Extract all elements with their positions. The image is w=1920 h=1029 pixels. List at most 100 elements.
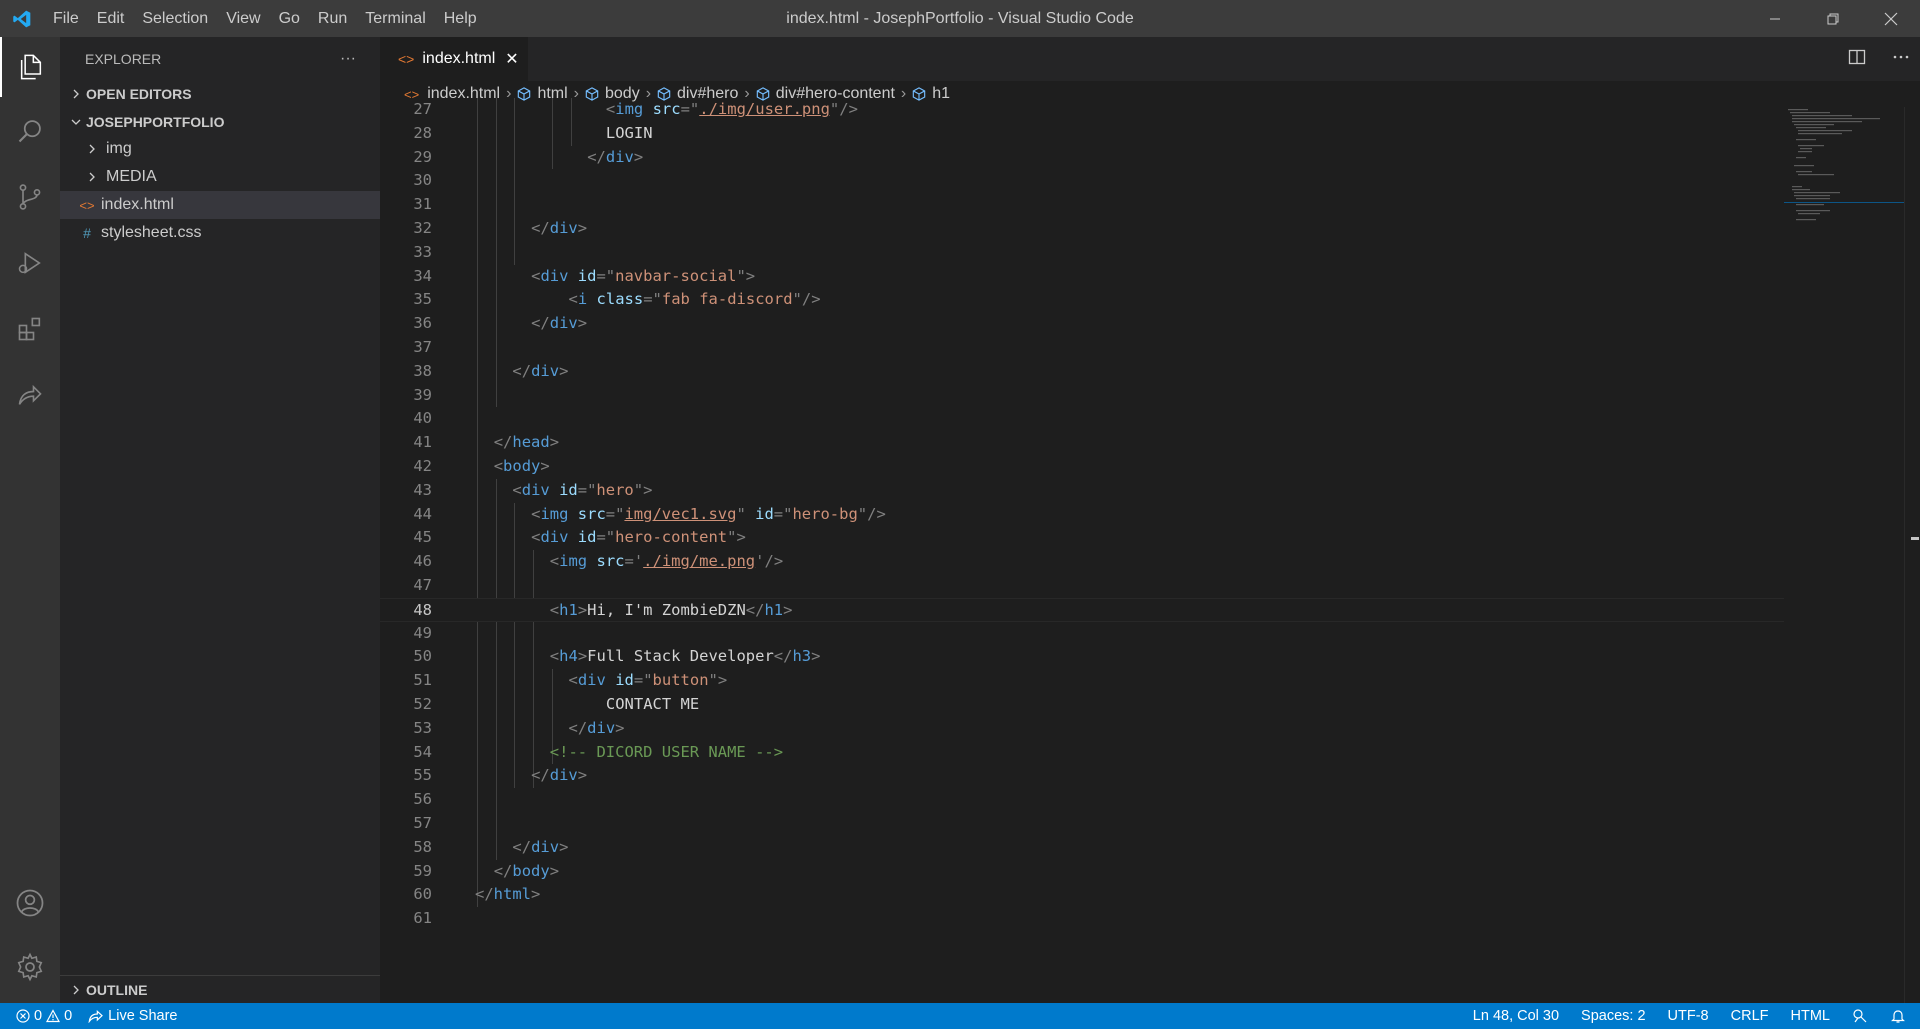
explorer-activity[interactable] [0, 37, 60, 97]
tree-folder-media[interactable]: MEDIA [60, 163, 380, 191]
css-file-icon: # [83, 225, 91, 241]
code-line[interactable]: 27 <img src="./img/user.png"/> [380, 98, 1784, 122]
menu-bar: File Edit Selection View Go Run Terminal… [44, 0, 486, 37]
source-control-activity[interactable] [0, 167, 60, 227]
restore-button[interactable] [1804, 0, 1862, 37]
menu-help[interactable]: Help [435, 0, 486, 37]
menu-edit[interactable]: Edit [88, 0, 134, 37]
live-share-activity[interactable] [0, 365, 60, 425]
line-number: 60 [413, 885, 432, 904]
code-line[interactable]: 43 <div id="hero"> [380, 479, 1784, 503]
code-text: CONTACT ME [606, 693, 699, 717]
more-icon [1893, 55, 1909, 58]
line-number: 49 [413, 623, 432, 642]
code-text: <img src='./img/me.png'/> [550, 550, 783, 574]
line-number: 45 [413, 528, 432, 547]
code-line[interactable]: 60 </html> [380, 883, 1784, 907]
code-line[interactable]: 40 [380, 407, 1784, 431]
extensions-activity[interactable] [0, 299, 60, 359]
code-editor[interactable]: 27 <img src="./img/user.png"/> 28 LOGIN 29 </… [380, 98, 1784, 1003]
code-line[interactable]: 50 <h4>Full Stack Developer</h3> [380, 645, 1784, 669]
code-line[interactable]: 47 [380, 574, 1784, 598]
tree-file-stylesheet-css[interactable]: # stylesheet.css [60, 219, 380, 247]
code-line[interactable]: 51 <div id="button"> [380, 669, 1784, 693]
accounts-activity[interactable] [0, 873, 60, 933]
menu-go[interactable]: Go [270, 0, 309, 37]
code-line[interactable]: 35 <i class="fab fa-discord"/> [380, 288, 1784, 312]
line-number: 39 [413, 385, 432, 404]
line-number: 51 [413, 671, 432, 690]
end-of-line[interactable]: CRLF [1731, 1008, 1769, 1024]
code-line[interactable]: 53 </div> [380, 717, 1784, 741]
code-token: </ [531, 766, 550, 785]
code-line[interactable]: 39 [380, 384, 1784, 408]
code-token: > [717, 671, 728, 690]
cursor-position[interactable]: Ln 48, Col 30 [1473, 1008, 1559, 1024]
code-line[interactable]: 33 [380, 241, 1784, 265]
menu-selection[interactable]: Selection [133, 0, 217, 37]
code-line[interactable]: 34 <div id="navbar-social"> [380, 265, 1784, 289]
live-share-button[interactable]: Live Share [88, 1008, 177, 1024]
code-token: src [596, 552, 625, 571]
code-line[interactable]: 58 </div> [380, 836, 1784, 860]
tree-file-index-html[interactable]: <> index.html [60, 191, 380, 219]
code-text: <div id="button"> [569, 669, 728, 693]
more-actions-button[interactable]: ··· [340, 50, 356, 68]
feedback-button[interactable] [1852, 1008, 1868, 1024]
code-token: fab fa-discord [661, 290, 793, 309]
outline-section[interactable]: OUTLINE [60, 975, 380, 1003]
menu-view[interactable]: View [217, 0, 269, 37]
editor-scrollbar[interactable] [1904, 107, 1920, 1003]
code-line[interactable]: 32 </div> [380, 217, 1784, 241]
code-line[interactable]: 54 <!-- DICORD USER NAME --> [380, 741, 1784, 765]
code-line[interactable]: 44 <img src="img/vec1.svg" id="hero-bg"/> [380, 503, 1784, 527]
editor-more-button[interactable] [1892, 48, 1910, 71]
open-editors-section[interactable]: OPEN EDITORS [60, 81, 380, 107]
code-line[interactable]: 46 <img src='./img/me.png'/> [380, 550, 1784, 574]
code-line[interactable]: 48 <h1>Hi, I'm ZombieDZN</h1> [380, 597, 1784, 622]
code-token: div [605, 147, 634, 166]
menu-file[interactable]: File [44, 0, 88, 37]
manage-activity[interactable] [0, 937, 60, 997]
tab-close-button[interactable]: ✕ [505, 49, 518, 69]
code-line[interactable]: 37 [380, 336, 1784, 360]
code-line[interactable]: 49 [380, 622, 1784, 646]
code-line[interactable]: 36 </div> [380, 312, 1784, 336]
tab-index-html[interactable]: <> index.html ✕ [380, 37, 528, 81]
language-mode[interactable]: HTML [1791, 1008, 1830, 1024]
code-line[interactable]: 28 LOGIN [380, 122, 1784, 146]
chevron-right-icon [82, 144, 102, 154]
code-line[interactable]: 30 [380, 169, 1784, 193]
encoding[interactable]: UTF-8 [1668, 1008, 1709, 1024]
code-line[interactable]: 57 [380, 812, 1784, 836]
minimize-button[interactable] [1746, 0, 1804, 37]
minimap[interactable] [1784, 107, 1904, 1003]
menu-run[interactable]: Run [309, 0, 356, 37]
code-line[interactable]: 42 <body> [380, 455, 1784, 479]
tree-folder-img[interactable]: img [60, 135, 380, 163]
code-line[interactable]: 38 </div> [380, 360, 1784, 384]
code-line[interactable]: 61 [380, 907, 1784, 931]
notifications-button[interactable] [1890, 1008, 1906, 1024]
menu-terminal[interactable]: Terminal [356, 0, 434, 37]
code-line[interactable]: 56 [380, 788, 1784, 812]
vscode-logo-icon[interactable] [0, 0, 44, 37]
code-line[interactable]: 55 </div> [380, 764, 1784, 788]
code-line[interactable]: 31 [380, 193, 1784, 217]
split-editor-button[interactable] [1848, 48, 1866, 71]
problems-indicator[interactable]: 0 0 [16, 1008, 72, 1024]
project-section[interactable]: JOSEPHPORTFOLIO [60, 109, 380, 135]
search-activity[interactable] [0, 101, 60, 161]
code-line[interactable]: 59 </body> [380, 860, 1784, 884]
code-line[interactable]: 45 <div id="hero-content"> [380, 526, 1784, 550]
code-line[interactable]: 29 </div> [380, 146, 1784, 170]
code-token: </ [512, 837, 532, 856]
close-window-button[interactable] [1862, 0, 1920, 37]
indentation[interactable]: Spaces: 2 [1581, 1008, 1646, 1024]
html-file-icon: <> [398, 51, 415, 67]
run-debug-activity[interactable] [0, 233, 60, 293]
code-line[interactable]: 41 </head> [380, 431, 1784, 455]
code-line[interactable]: 52 CONTACT ME [380, 693, 1784, 717]
